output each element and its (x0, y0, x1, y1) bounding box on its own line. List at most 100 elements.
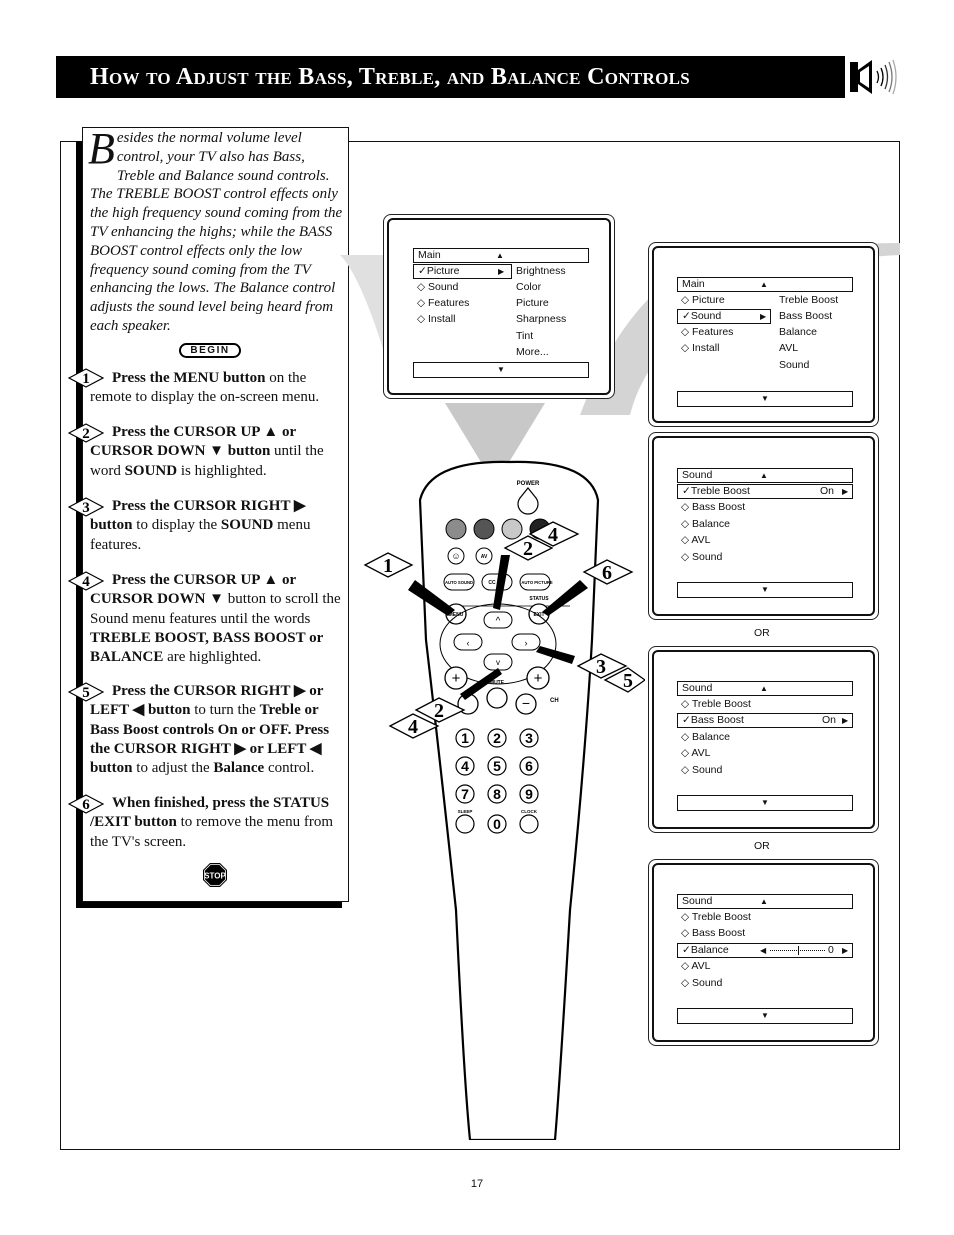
down-arrow-icon: ▼ (413, 362, 589, 378)
minus-icon: − (522, 695, 530, 711)
svg-text:5: 5 (623, 670, 633, 692)
svg-text:4: 4 (548, 524, 558, 546)
menu-item[interactable]: ◇ Treble Boost (681, 910, 751, 925)
submenu-item: Balance (779, 326, 817, 338)
step-bold: Press the MENU button (112, 370, 266, 386)
tv-screen-main-sound: Main ▲ ◇ Picture ✓Sound ▶ ◇ Features ◇ Ins… (648, 242, 879, 427)
auto-sound-label: AUTO SOUND (445, 580, 473, 585)
menu-header: Main ▲ (413, 248, 589, 263)
step-4: Press the CURSOR UP ▲ or CURSOR DOWN ▼ b… (90, 571, 346, 667)
menu-item[interactable]: ◇ Install (417, 312, 455, 327)
chevron-left-icon: ‹ (467, 638, 470, 648)
menu-item-selected[interactable]: ✓Balance ◀ 0 ▶ (677, 943, 853, 958)
menu-item[interactable]: ◇ Balance (681, 730, 730, 745)
down-arrow-icon: ▼ (677, 795, 853, 811)
balance-slider[interactable] (770, 946, 825, 955)
menu-item[interactable]: ◇ AVL (681, 533, 711, 548)
menu-item[interactable]: ◇ Balance (681, 517, 730, 532)
menu-item[interactable]: ◇ AVL (681, 746, 711, 761)
menu-item[interactable]: ◇ Picture (681, 293, 725, 308)
smiley-icon: ☺ (451, 551, 460, 561)
right-arrow-icon: ▶ (760, 312, 767, 321)
right-arrow-icon: ▶ (498, 267, 505, 276)
digit-label: 9 (525, 786, 533, 802)
or-label: OR (754, 840, 770, 852)
submenu-item: More... (516, 346, 549, 358)
red-button[interactable] (445, 518, 467, 540)
submenu-item: Bass Boost (779, 310, 833, 322)
menu-item[interactable]: ◇ Sound (681, 976, 722, 991)
menu-header: Sound ▲ (677, 468, 853, 483)
speaker-sound-icon (848, 56, 900, 100)
menu-header: Sound ▲ (677, 681, 853, 696)
step-1: Press the MENU button on the remote to d… (90, 369, 346, 408)
page-title: How to Adjust the Bass, Treble, and Bala… (90, 63, 690, 90)
tv-screen-sound-bass: Sound ▲ ◇ Treble Boost ✓Bass Boost On ▶ ◇ B… (648, 646, 879, 833)
digit-label: 0 (493, 816, 501, 832)
step-text: to turn the (190, 702, 260, 719)
or-label: OR (754, 627, 770, 639)
sleep-button[interactable] (455, 814, 475, 834)
svg-text:3: 3 (596, 656, 606, 678)
submenu-item: Sound (779, 359, 810, 371)
setting-value: 0 (828, 944, 834, 956)
stop-sign-icon: STOP (202, 862, 228, 888)
cc-label: CC (488, 580, 496, 586)
submenu-item: Brightness (516, 265, 566, 277)
digit-label: 8 (493, 786, 501, 802)
green-button[interactable] (473, 518, 495, 540)
step-text: to display the (132, 517, 221, 534)
begin-badge: BEGIN (179, 343, 241, 358)
menu-item[interactable]: ◇ Features (681, 325, 733, 340)
step-number: 1 (82, 371, 90, 387)
digit-label: 1 (461, 730, 469, 746)
plus-icon: + (534, 670, 543, 687)
submenu-item: Sharpness (516, 313, 567, 325)
power-label: POWER (517, 481, 540, 487)
menu-item[interactable]: ◇ Install (681, 341, 719, 356)
drop-cap: B (88, 124, 115, 173)
clock-label: CLOCK (521, 809, 538, 814)
menu-item[interactable]: ◇ Treble Boost (681, 697, 751, 712)
right-arrow-icon: ▶ (842, 946, 849, 955)
menu-item-selected[interactable]: ✓Picture ▶ (413, 264, 512, 279)
tv-screen-main-picture: Main ▲ ✓Picture ▶ ◇ Sound ◇ Features ◇ Ins… (383, 214, 615, 399)
step-bold: SOUND (124, 462, 178, 479)
menu-item[interactable]: ◇ AVL (681, 959, 711, 974)
title-bar: How to Adjust the Bass, Treble, and Bala… (56, 56, 845, 98)
step-text: are highlighted. (163, 649, 262, 666)
menu-item-selected[interactable]: ✓Bass Boost On ▶ (677, 713, 853, 728)
menu-item[interactable]: ◇ Sound (681, 550, 722, 565)
sleep-label: SLEEP (458, 809, 473, 814)
menu-item[interactable]: ◇ Bass Boost (681, 926, 745, 941)
tv-screen-sound-balance: Sound ▲ ◇ Treble Boost ◇ Bass Boost ✓Bala… (648, 859, 879, 1046)
step-bold: SOUND (220, 517, 274, 534)
step-bold: Press the CURSOR UP ▲ or CURSOR DOWN ▼ b… (90, 424, 296, 460)
chevron-right-icon: › (525, 638, 528, 648)
tv-screen-sound-treble: Sound ▲ ✓Treble Boost On ▶ ◇ Bass Boost ◇ B… (648, 432, 879, 620)
step-number: 3 (82, 500, 90, 516)
menu-item[interactable]: ◇ Sound (681, 763, 722, 778)
balance-slider-thumb[interactable] (797, 946, 799, 955)
down-arrow-icon: ▼ (677, 1008, 853, 1024)
menu-item-selected[interactable]: ✓Sound ▶ (677, 309, 771, 324)
chevron-up-icon: ^ (496, 616, 501, 627)
menu-item-selected[interactable]: ✓Treble Boost On ▶ (677, 484, 853, 499)
step-text: to adjust the (132, 760, 214, 777)
menu-item[interactable]: ◇ Sound (417, 280, 458, 295)
mute-button[interactable] (486, 687, 508, 709)
yellow-button[interactable] (501, 518, 523, 540)
svg-text:2: 2 (434, 700, 444, 722)
up-arrow-icon: ▲ (496, 251, 504, 260)
right-arrow-icon: ▶ (842, 716, 849, 725)
clock-button[interactable] (519, 814, 539, 834)
av-label: AV (481, 554, 488, 560)
step-2: Press the CURSOR UP ▲ or CURSOR DOWN ▼ b… (90, 423, 346, 481)
svg-text:2: 2 (523, 538, 533, 560)
plus-icon: + (452, 670, 461, 687)
menu-item[interactable]: ◇ Features (417, 296, 469, 311)
menu-item[interactable]: ◇ Bass Boost (681, 500, 745, 515)
status-label: STATUS (529, 596, 549, 602)
up-arrow-icon: ▲ (760, 897, 768, 906)
stop-label: STOP (204, 872, 226, 881)
